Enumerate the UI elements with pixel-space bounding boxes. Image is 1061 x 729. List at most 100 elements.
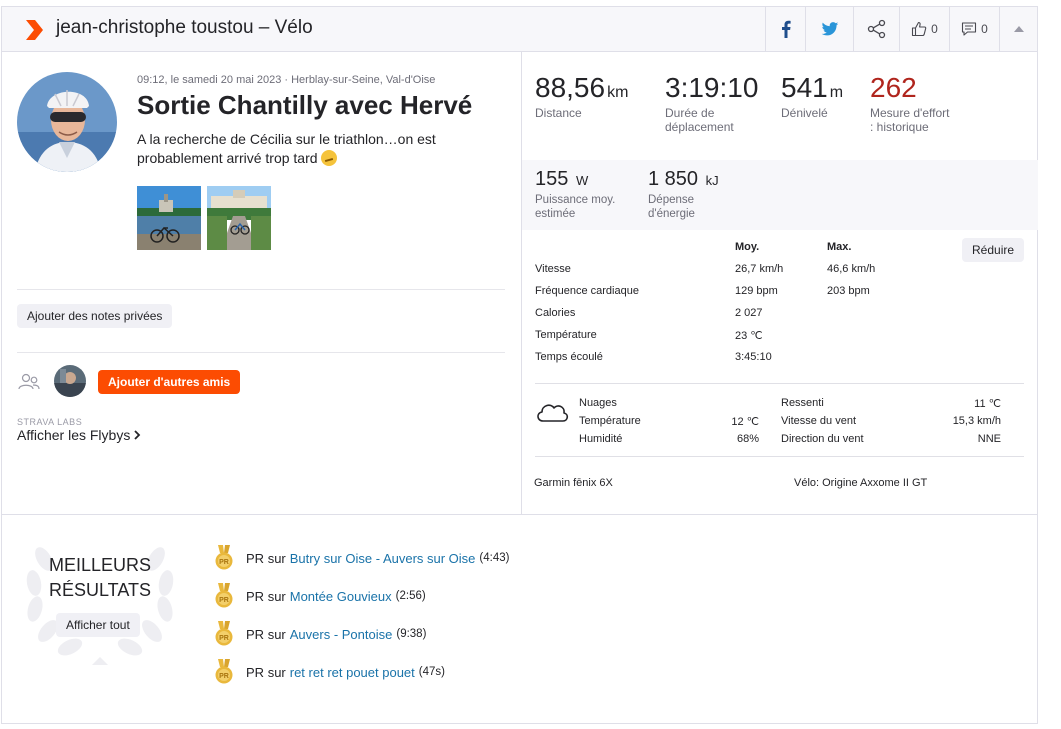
- weather-wind-dir-value: NNE: [977, 433, 1001, 445]
- activity-header: jean-christophe toustou – Vélo 0 0: [2, 7, 1037, 52]
- page-title: jean-christophe toustou – Vélo: [56, 17, 313, 38]
- bike-name[interactable]: Vélo: Origine Axxome II GT: [794, 477, 927, 489]
- distance-unit: km: [607, 84, 629, 101]
- row-label: Calories: [535, 307, 576, 319]
- add-private-notes-button[interactable]: Ajouter des notes privées: [17, 304, 173, 328]
- collapse-button[interactable]: [999, 7, 1037, 51]
- pr-medal-icon: PR: [215, 583, 233, 608]
- weather-wind-speed-value: 15,3 km/h: [952, 415, 1001, 427]
- weather-humidity-value: 68%: [736, 433, 759, 445]
- divider: [535, 456, 1024, 457]
- strava-labs-label: STRAVA LABS: [17, 417, 83, 427]
- weather-wind-dir-label: Direction du vent: [781, 433, 864, 445]
- segment-link[interactable]: Montée Gouvieux: [290, 589, 392, 604]
- pr-sur: sur: [267, 626, 286, 642]
- col-avg-header: Moy.: [735, 241, 760, 253]
- distance-label: Distance: [535, 106, 582, 120]
- col-max-header: Max.: [827, 241, 852, 253]
- activity-description: A la recherche de Cécilia sur le triathl…: [137, 130, 482, 168]
- group-icon: [18, 373, 40, 390]
- activity-date-location: 09:12, le samedi 20 mai 2023 · Herblay-s…: [137, 74, 436, 86]
- activity-photo-1[interactable]: [137, 186, 201, 250]
- stat-power: 155 W Puissance moy. estimée: [535, 168, 631, 221]
- reduce-button[interactable]: Réduire: [962, 238, 1025, 262]
- weather-humidity-label: Humidité: [579, 433, 623, 445]
- show-all-button[interactable]: Afficher tout: [56, 613, 140, 637]
- add-friends-button[interactable]: Ajouter d'autres amis: [98, 370, 241, 394]
- divider: [17, 289, 505, 290]
- weather-condition: Nuages: [579, 397, 617, 409]
- device-name: Garmin fēnix 6X: [534, 477, 613, 489]
- facebook-icon: [781, 20, 791, 38]
- comments-button[interactable]: 0: [949, 7, 999, 51]
- weather-feels-value: 11 ℃: [974, 398, 1001, 410]
- weather-temp-value: 12 ℃: [731, 416, 759, 428]
- svg-text:PR: PR: [219, 597, 229, 604]
- friend-avatar[interactable]: [54, 365, 86, 397]
- photo-lake-castle: [137, 186, 201, 250]
- row-label: Température: [535, 329, 597, 341]
- weather-feels-label: Ressenti: [781, 397, 824, 409]
- svg-text:PR: PR: [219, 635, 229, 642]
- kudos-count: 0: [931, 22, 938, 36]
- best-results-section: MEILLEURS RÉSULTATS Afficher tout PR PR …: [2, 514, 1037, 723]
- pr-medal-icon: PR: [215, 545, 233, 570]
- stat-distance: 88,56 km Distance: [535, 72, 628, 120]
- facebook-share-button[interactable]: [765, 7, 805, 51]
- flybys-link[interactable]: Afficher les Flybys: [17, 427, 141, 443]
- kudos-button[interactable]: 0: [899, 7, 949, 51]
- stat-effort[interactable]: 262 Mesure d'effort : historique: [870, 72, 950, 134]
- distance-value: 88,56: [535, 72, 606, 103]
- svg-text:PR: PR: [219, 673, 229, 680]
- row-label: Temps écoulé: [535, 351, 603, 363]
- comment-icon: [962, 22, 977, 36]
- segment-time: (2:56): [395, 590, 426, 602]
- pr-label: PR: [246, 588, 265, 604]
- athlete-photo: [17, 72, 117, 172]
- best-results-title-line2: RÉSULTATS: [48, 580, 151, 600]
- power-label: Puissance moy. estimée: [535, 194, 616, 220]
- weather-wind-speed-label: Vitesse du vent: [781, 415, 857, 427]
- elevation-unit: m: [829, 84, 844, 101]
- effort-value: 262: [870, 72, 917, 103]
- row-label: Fréquence cardiaque: [535, 285, 639, 297]
- divider: [535, 383, 1024, 384]
- athlete-avatar[interactable]: [17, 72, 117, 172]
- segment-time: (47s): [418, 666, 445, 678]
- segment-link[interactable]: Auvers - Pontoise: [290, 627, 393, 642]
- chevron-right-icon: [134, 430, 141, 440]
- stat-elevation: 541 m Dénivelé: [781, 72, 843, 120]
- twitter-icon: [821, 21, 838, 35]
- row-avg: 3:45:10: [735, 351, 772, 363]
- share-icon: [867, 19, 885, 39]
- segment-link[interactable]: Butry sur Oise - Auvers sur Oise: [290, 551, 476, 566]
- segment-link[interactable]: ret ret ret pouet pouet: [290, 665, 415, 680]
- twitter-share-button[interactable]: [805, 7, 853, 51]
- activity-photo-2[interactable]: [207, 186, 271, 250]
- activity-stats: 88,56 km Distance 3:19:10 Durée de déplac…: [521, 52, 1038, 514]
- power-value: 155: [535, 168, 569, 190]
- energy-unit: kJ: [705, 173, 719, 188]
- activity-description-text: A la recherche de Cécilia sur le triathl…: [137, 131, 436, 166]
- activity-title: Sortie Chantilly avec Hervé: [137, 90, 473, 120]
- pr-label: PR: [246, 626, 265, 642]
- moving-time-label: Durée de déplacement: [665, 106, 734, 134]
- caret-up-icon: [1013, 26, 1024, 32]
- effort-label: Mesure d'effort : historique: [870, 106, 950, 134]
- activity-chevron-icon: [26, 20, 43, 40]
- activity-card: jean-christophe toustou – Vélo 0 0 09:12…: [1, 6, 1038, 724]
- svg-text:PR: PR: [219, 559, 229, 566]
- list-item: PR PR sur ret ret ret pouet pouet (47s): [214, 659, 445, 685]
- weather-temp-label: Température: [579, 415, 641, 427]
- stat-moving-time: 3:19:10 Durée de déplacement: [665, 72, 765, 134]
- share-button[interactable]: [853, 7, 899, 51]
- header-actions: 0 0: [765, 7, 1037, 51]
- divider: [17, 352, 505, 353]
- secondary-stats: 155 W Puissance moy. estimée 1 850 kJ Dé…: [522, 160, 1038, 230]
- list-item: PR PR sur Butry sur Oise - Auvers sur Oi…: [214, 545, 509, 571]
- row-max: 203 bpm: [827, 285, 870, 297]
- energy-label: Dépense d'énergie: [648, 194, 695, 220]
- pr-sur: sur: [267, 664, 286, 680]
- list-item: PR PR sur Auvers - Pontoise (9:38): [214, 621, 426, 647]
- cloud-icon: [537, 404, 569, 422]
